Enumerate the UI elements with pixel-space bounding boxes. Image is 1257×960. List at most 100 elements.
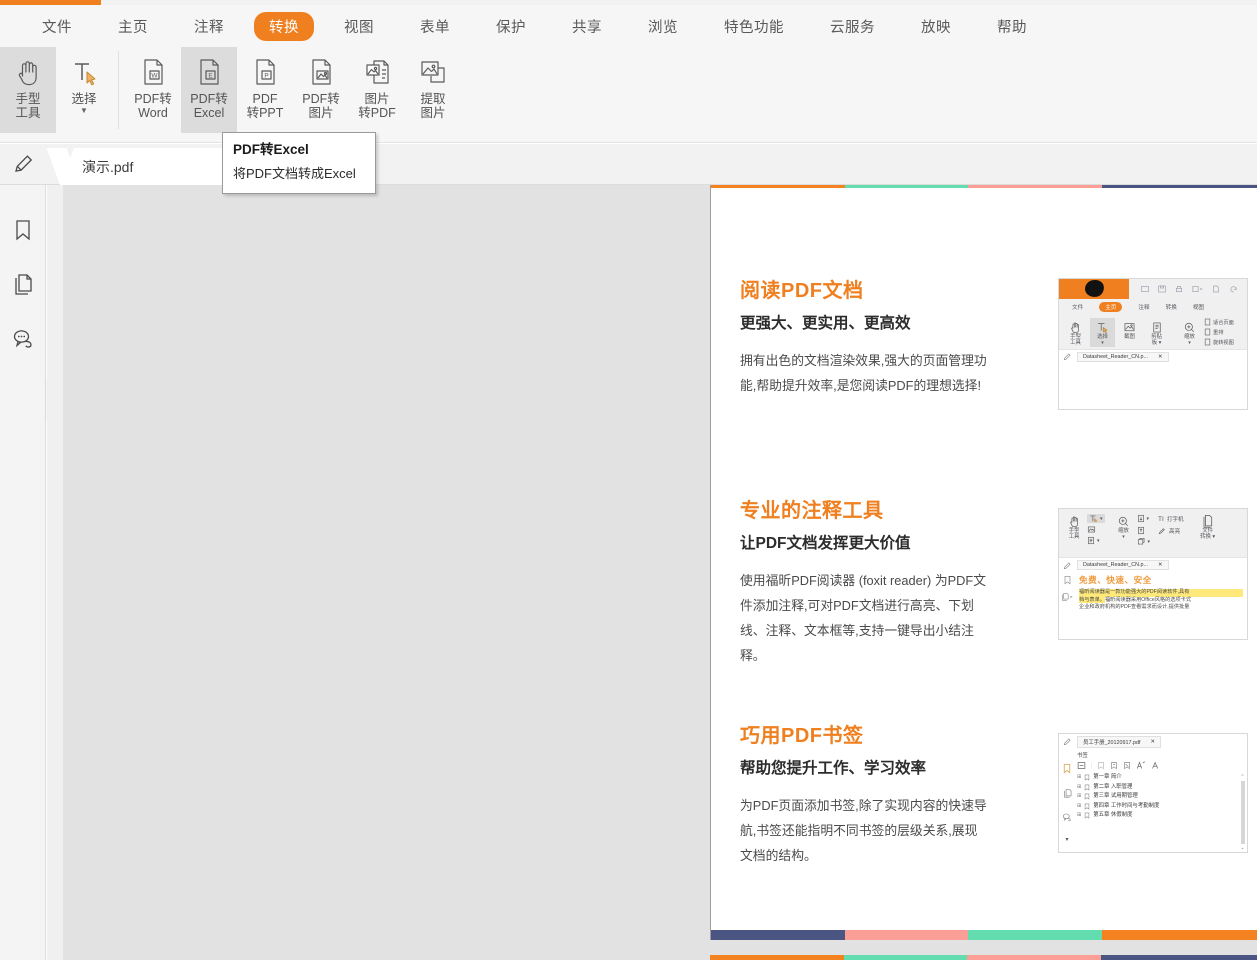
mini-doc-content: 免费、快速、安全 福昕阅读器是一款功能强大的PDF阅读软件,具有 档与表单。福昕…: [1075, 572, 1247, 639]
ribbon-group-convert: W PDF转 Word E PDF转 Excel P PDF 转PPT PDF转 图片 图片 …: [125, 47, 461, 139]
tooltip-title: PDF转Excel: [233, 142, 309, 157]
chevron-down-icon[interactable]: ▼: [80, 107, 88, 115]
mini-doc-body: ▸ 免费、快速、安全 福昕阅读器是一款功能强大的PDF阅读软件,具有 档与表单。…: [1059, 572, 1247, 639]
ribbon-button-label: 手型 工具: [15, 92, 41, 120]
menu-item-0[interactable]: 文件: [26, 12, 88, 41]
mini-view-options: 适合页面 重排 旋转视图: [1204, 318, 1234, 347]
menu-item-1[interactable]: 主页: [102, 12, 164, 41]
sidebar-item-pages[interactable]: [0, 257, 46, 311]
left-navigation-rail: [0, 185, 46, 960]
mini-screenshot-annotation: 手型 工具 ▾ ▾ 缩放 ▾ ▾ ▾ TI 打字机 高亮 文件 转换 ▾ Dat…: [1058, 508, 1248, 640]
tooltip-description: 将PDF文档转成Excel: [233, 166, 356, 181]
mini-bookmark-label: 第三章 试用期管理: [1093, 793, 1138, 799]
doc-excel-icon: E: [194, 54, 224, 90]
mini-file-tab-label: 员工手册_20120917.pdf: [1083, 739, 1141, 746]
mini-bookmark-item: ⊞ 第二章 入职管理: [1077, 783, 1238, 793]
pencil-icon[interactable]: [10, 150, 38, 178]
menu-item-7[interactable]: 共享: [556, 12, 618, 41]
menu-item-9[interactable]: 特色功能: [708, 12, 800, 41]
ribbon-button-image-to-pdf[interactable]: 图片 转PDF: [349, 47, 405, 133]
mini-hand-tool: 手型 工具: [1063, 318, 1088, 347]
mini-menu-item-2: 注释: [1138, 305, 1150, 311]
mini-rail: ▸: [1059, 572, 1075, 639]
next-page-colorbar: [710, 955, 1257, 960]
doc-word-icon: W: [138, 54, 168, 90]
document-tab-bar: 演示.pdf: [0, 144, 1257, 185]
sidebar-item-bookmark[interactable]: [0, 203, 46, 257]
mini-zoom-tool: 缩放 ▾: [1177, 318, 1202, 347]
mini-clipboard-tool: 剪贴板 ▾: [1144, 318, 1169, 347]
sidebar-item-comments[interactable]: [0, 311, 46, 365]
svg-text:W: W: [151, 73, 158, 80]
menu-item-2[interactable]: 注释: [178, 12, 240, 41]
mini-doc-line-1: 福昕阅读器是一款功能强大的PDF阅读软件,具有: [1079, 589, 1243, 597]
foxit-reader-window: 文件 主页 注释 转换 视图 表单 保护 共享 浏览 特色功能 云服务 放映 帮助 手型 工具 选择 ▼ W…: [0, 0, 1257, 960]
menu-item-11[interactable]: 放映: [905, 12, 967, 41]
mini-bookmark-list: ⊞ 第一章 简介 ⊞ 第二章 入职管理 ⊞ 第三章 试用期管理 ⊞ 第四章 工作时间与考勤制度…: [1075, 773, 1238, 852]
ribbon-button-label: PDF转 Word: [134, 92, 172, 120]
mini-bookmark-body: ▾ 书签 | ⊞ 第一章 简介 ⊞ 第二章 入职管理 ⊞ 第三章 试用期管理 ⊞…: [1059, 749, 1247, 852]
menu-item-6[interactable]: 保护: [480, 12, 542, 41]
ribbon-button-select-tool[interactable]: 选择 ▼: [56, 47, 112, 133]
pdf-viewer-area: 阅读PDF文档 更强大、更实用、更高效 拥有出色的文档渲染效果,强大的页面管理功…: [47, 185, 1257, 960]
menu-item-8[interactable]: 浏览: [632, 12, 694, 41]
mini-menu-item-0: 文件: [1072, 305, 1084, 311]
tooltip-pdf-to-excel: PDF转Excel 将PDF文档转成Excel: [222, 132, 376, 194]
mini-file-tab-row: Datasheet_Reader_CN.p... ✕: [1059, 348, 1247, 364]
viewer-left-gutter: [47, 185, 63, 960]
ribbon-group-tools: 手型 工具 选择 ▼: [0, 47, 112, 139]
ribbon-button-hand-tool[interactable]: 手型 工具: [0, 47, 56, 133]
mini-file-tab: Datasheet_Reader_CN.p... ✕: [1077, 351, 1169, 362]
ribbon-separator: [118, 51, 119, 129]
ribbon-button-pdf-to-excel[interactable]: E PDF转 Excel: [181, 47, 237, 133]
section-paragraph: 为PDF页面添加书签,除了实现内容的快速导航,书签还能指明不同书签的层级关系,展…: [740, 798, 987, 863]
mini-tool-row: 手型 工具 ▾ ▾ 缩放 ▾ ▾ ▾ TI 打字机 高亮 文件 转换 ▾: [1059, 509, 1247, 557]
svg-text:E: E: [208, 73, 213, 80]
mini-doc-title: 免费、快速、安全: [1079, 575, 1152, 585]
mini-bookmark-label: 第四章 工作时间与考勤制度: [1093, 802, 1160, 809]
menu-item-10[interactable]: 云服务: [814, 12, 891, 41]
mini-snapshot-tool: 截图: [1117, 318, 1142, 347]
mini-menu-item-3: 转换: [1165, 305, 1177, 311]
mini-tool-row: 手型 工具 选择 ▾ 截图 剪贴板 ▾ 缩放 ▾ 适合页面 重排 旋转视图: [1059, 315, 1247, 349]
ribbon-button-label: 图片 转PDF: [358, 92, 396, 120]
section-pdf-bookmarks: 巧用PDF书签 帮助您提升工作、学习效率 为PDF页面添加书签,除了实现内容的快…: [740, 723, 1248, 868]
mini-file-tab: Datasheet_Reader_CN.p... ✕: [1077, 560, 1169, 570]
doc-image-icon: [306, 54, 336, 90]
mini-qat-icons: [1129, 285, 1247, 293]
ribbon-toolbar: 手型 工具 选择 ▼ W PDF转 Word E PDF转 Excel P PDF 转PPT P…: [0, 47, 1257, 143]
mini-bookmark-item: ⊞ 第五章 休假制度: [1077, 811, 1238, 821]
menu-item-12[interactable]: 帮助: [981, 12, 1043, 41]
ribbon-button-pdf-to-ppt[interactable]: P PDF 转PPT: [237, 47, 293, 133]
menu-item-4[interactable]: 视图: [328, 12, 390, 41]
doc-ppt-icon: P: [250, 54, 280, 90]
mini-typewriter-label: 打字机: [1166, 517, 1184, 523]
cursor-blob-icon: [1083, 279, 1106, 299]
ribbon-button-label: PDF 转PPT: [246, 92, 284, 120]
mini-hand-tool: 手型 工具: [1063, 512, 1085, 541]
ribbon-button-pdf-to-image[interactable]: PDF转 图片: [293, 47, 349, 133]
menu-item-3[interactable]: 转换: [254, 11, 314, 41]
document-tab-label: 演示.pdf: [82, 158, 134, 175]
mini-close-icon: ✕: [1158, 353, 1163, 360]
section-paragraph: 使用福昕PDF阅读器 (foxit reader) 为PDF文件添加注释,可对P…: [740, 573, 987, 663]
ribbon-button-extract-image[interactable]: 提取 图片: [405, 47, 461, 133]
pdf-page: 阅读PDF文档 更强大、更实用、更高效 拥有出色的文档渲染效果,强大的页面管理功…: [710, 185, 1257, 940]
mini-menu-item-1: 主页: [1099, 302, 1123, 312]
mini-menu-item-4: 视图: [1192, 305, 1205, 311]
mini-file-tab-label: Datasheet_Reader_CN.p...: [1083, 562, 1149, 568]
menu-item-5[interactable]: 表单: [404, 12, 466, 41]
mini-highlight-label: 高亮: [1169, 529, 1181, 535]
mini-rail: ▾: [1059, 749, 1075, 852]
mini-screenshot-bookmarks: 员工手册_20120917.pdf ✕ ▾ 书签 | ⊞ 第一章 简介 ⊞ 第二…: [1058, 733, 1248, 853]
section-paragraph: 拥有出色的文档渲染效果,强大的页面管理功能,帮助提升效率,是您阅读PDF的理想选…: [740, 353, 987, 393]
mini-select-tool: 选择 ▾: [1090, 318, 1115, 347]
mini-bookmark-label: 第一章 简介: [1093, 774, 1122, 780]
ribbon-button-label: PDF转 图片: [302, 92, 340, 120]
mini-bookmark-toolbar: |: [1075, 761, 1247, 770]
ribbon-button-label: PDF转 Excel: [190, 92, 228, 120]
mini-file-tab: 员工手册_20120917.pdf ✕: [1077, 735, 1162, 748]
mini-close-icon: ✕: [1150, 738, 1156, 745]
ribbon-button-pdf-to-word[interactable]: W PDF转 Word: [125, 47, 181, 133]
mini-file-tab-label: Datasheet_Reader_CN.p...: [1083, 353, 1149, 360]
